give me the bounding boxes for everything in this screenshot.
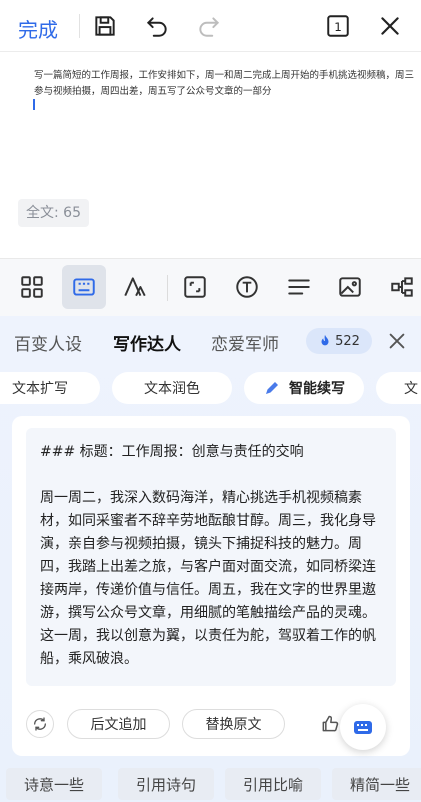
suggestion-quote-poem[interactable]: 引用诗句	[118, 768, 214, 800]
credits-count: 522	[335, 333, 360, 349]
result-card: ### 标题：工作周报：创意与责任的交响 周一周二，我深入数码海洋，精心挑选手机…	[12, 416, 410, 756]
replace-button[interactable]: 替换原文	[182, 709, 285, 739]
pen-icon	[266, 382, 278, 394]
undo-icon[interactable]	[142, 11, 172, 41]
panel-tabs: 百变人设 写作达人 恋爱军师 522	[0, 316, 421, 366]
align-icon[interactable]	[277, 265, 321, 309]
keyboard-icon[interactable]	[62, 265, 106, 309]
chip-continue[interactable]: 智能续写	[244, 372, 364, 404]
redo-icon[interactable]	[194, 11, 224, 41]
save-icon[interactable]	[90, 11, 120, 41]
panel-close-icon[interactable]	[386, 330, 408, 352]
result-heading: ### 标题：工作周报：创意与责任的交响	[40, 444, 304, 460]
flame-icon	[321, 334, 329, 346]
format-toolbar	[0, 258, 421, 316]
divider	[79, 14, 80, 38]
chip-partial[interactable]: 文	[376, 372, 421, 404]
done-button[interactable]: 完成	[18, 14, 58, 43]
image-icon[interactable]	[328, 265, 372, 309]
writing-mode-chips: 文本扩写 文本润色 智能续写 文	[0, 372, 421, 406]
suggestion-chips: 诗意一些 引用诗句 引用比喻 精简一些	[0, 768, 421, 802]
chip-expand[interactable]: 文本扩写	[0, 372, 100, 404]
suggestion-metaphor[interactable]: 引用比喻	[225, 768, 321, 800]
result-body: 周一周二，我深入数码海洋，精心挑选手机视频稿素材，如同采蜜者不辞辛劳地酝酿甘醇。…	[40, 490, 376, 667]
text-caret	[33, 99, 35, 110]
chip-polish[interactable]: 文本润色	[112, 372, 232, 404]
tab-writing-expert[interactable]: 写作达人	[113, 330, 181, 355]
generated-result[interactable]: ### 标题：工作周报：创意与责任的交响 周一周二，我深入数码海洋，精心挑选手机…	[26, 428, 396, 686]
suggestion-concise[interactable]: 精简一些	[332, 768, 421, 800]
credits-badge[interactable]: 522	[306, 328, 372, 354]
keyboard-icon	[354, 721, 372, 734]
toolbar-divider	[167, 275, 168, 301]
expand-icon[interactable]	[173, 265, 217, 309]
text-icon[interactable]	[225, 265, 269, 309]
floating-keyboard-button[interactable]	[340, 704, 386, 750]
page-count-icon[interactable]: 1	[323, 11, 353, 41]
layout-icon[interactable]	[10, 265, 54, 309]
close-icon[interactable]	[375, 11, 405, 41]
ai-write-icon[interactable]	[113, 265, 157, 309]
tab-love-advisor[interactable]: 恋爱军师	[211, 330, 279, 355]
suggestion-poetic[interactable]: 诗意一些	[6, 768, 102, 800]
tab-persona[interactable]: 百变人设	[14, 330, 82, 355]
append-button[interactable]: 后文追加	[67, 709, 170, 739]
page-count: 1	[334, 20, 342, 34]
top-bar: 完成 1	[0, 0, 421, 52]
structure-icon[interactable]	[380, 265, 421, 309]
chip-continue-label: 智能续写	[289, 381, 345, 397]
document-text[interactable]: 写一篇简短的工作周报，工作安排如下，周一和周二完成上周开始的手机挑选视频稿，周三…	[34, 68, 414, 100]
word-count: 全文: 65	[18, 199, 89, 227]
regenerate-icon[interactable]	[26, 710, 54, 738]
